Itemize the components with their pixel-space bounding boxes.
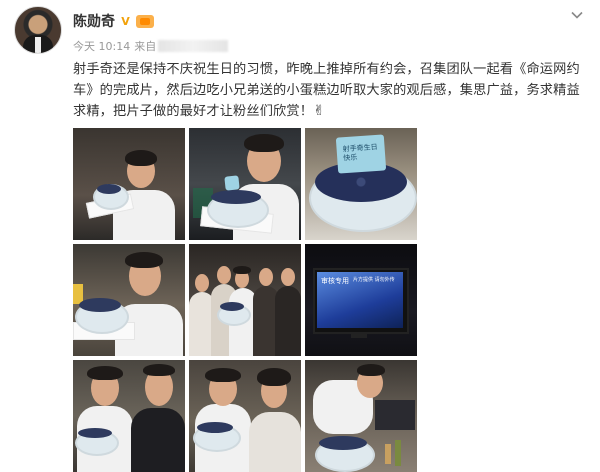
tv-caption-left: 审核专用	[321, 277, 349, 285]
photo-6[interactable]: 审核专用 片方提供 请勿外传	[305, 244, 417, 356]
photo-7[interactable]	[73, 360, 185, 472]
tv-caption-right: 片方提供 请勿外传	[353, 277, 395, 283]
photo-8[interactable]	[189, 360, 301, 472]
source-label: 来自	[134, 40, 157, 53]
photo-9[interactable]	[305, 360, 417, 472]
author-row: 陈勋奇 V	[73, 11, 154, 31]
post-body: 射手奇还是保持不庆祝生日的习惯，昨晚上推掉所有约会，召集团队一起看《命运网约车》…	[73, 59, 589, 122]
photo-5[interactable]	[189, 244, 301, 356]
verified-v-icon: V	[121, 14, 130, 28]
chevron-down-icon[interactable]	[570, 8, 584, 22]
member-badge-icon[interactable]	[136, 14, 154, 28]
photo-1[interactable]	[73, 128, 185, 240]
author-avatar[interactable]	[14, 6, 62, 54]
victory-hand-emoji: ✌	[313, 103, 325, 119]
photo-2[interactable]	[189, 128, 301, 240]
photo-4[interactable]	[73, 244, 185, 356]
photo-3[interactable]: 射手奇生日快乐	[305, 128, 417, 240]
author-name[interactable]: 陈勋奇	[73, 11, 115, 31]
post-text: 射手奇还是保持不庆祝生日的习惯，昨晚上推掉所有约会，召集团队一起看《命运网约车》…	[73, 62, 580, 119]
cake-card-text: 射手奇生日快乐	[342, 142, 378, 163]
source-blurred	[158, 40, 229, 52]
post-meta: 今天 10:14 来自	[73, 38, 229, 54]
post-timestamp[interactable]: 今天 10:14	[73, 38, 130, 54]
